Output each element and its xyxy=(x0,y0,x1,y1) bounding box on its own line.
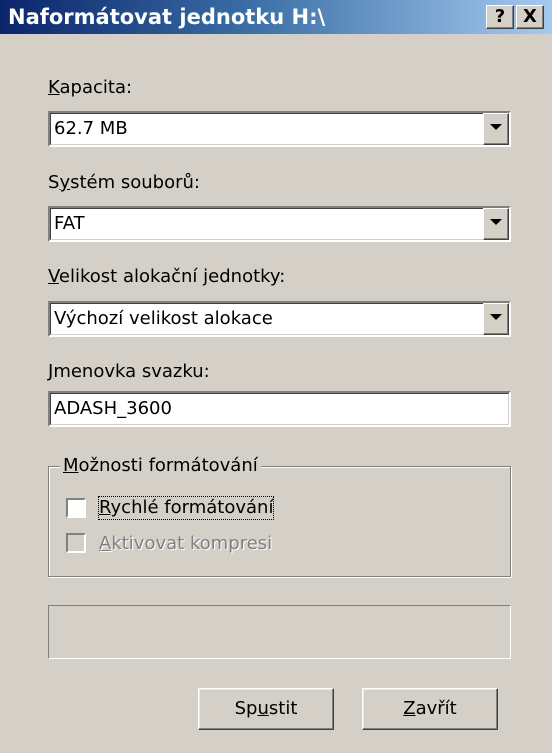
quick-format-checkbox[interactable] xyxy=(66,498,86,518)
window-title: Naformátovat jednotku H:\ xyxy=(8,5,326,29)
close-button[interactable]: Zavřít xyxy=(362,688,498,730)
quick-format-label[interactable]: Rychlé formátování xyxy=(97,496,275,520)
capacity-dropdown-button[interactable] xyxy=(483,113,509,145)
close-window-button[interactable]: X xyxy=(516,5,544,29)
capacity-label: Kapacita: xyxy=(48,77,133,98)
allocation-label: Velikost alokační jednotky: xyxy=(48,266,286,287)
filesystem-label: Systém souborů: xyxy=(48,172,200,193)
allocation-dropdown-button[interactable] xyxy=(483,303,509,335)
format-options-title: Možnosti formátování xyxy=(60,455,261,477)
format-dialog: Naformátovat jednotku H:\ ? X Kapacita: … xyxy=(0,0,552,753)
allocation-value: Výchozí velikost alokace xyxy=(54,308,273,329)
filesystem-select[interactable]: FAT xyxy=(48,206,511,242)
volume-label-value: ADASH_3600 xyxy=(54,398,172,419)
format-options-group xyxy=(48,466,511,577)
allocation-select[interactable]: Výchozí velikost alokace xyxy=(48,301,511,337)
volume-label-label: Jmenovka svazku: xyxy=(48,361,210,382)
volume-label-input[interactable]: ADASH_3600 xyxy=(48,391,511,427)
title-bar[interactable]: Naformátovat jednotku H:\ ? X xyxy=(0,0,552,34)
chevron-down-icon xyxy=(490,219,502,225)
compression-label: Aktivovat kompresi xyxy=(99,533,273,554)
progress-bar xyxy=(48,605,511,659)
start-button[interactable]: Spustit xyxy=(198,688,334,730)
compression-checkbox[interactable] xyxy=(66,533,86,553)
capacity-select[interactable]: 62.7 MB xyxy=(48,111,511,147)
chevron-down-icon xyxy=(490,124,502,130)
chevron-down-icon xyxy=(490,314,502,320)
filesystem-value: FAT xyxy=(54,213,85,234)
filesystem-dropdown-button[interactable] xyxy=(483,208,509,240)
capacity-value: 62.7 MB xyxy=(54,118,128,139)
help-button[interactable]: ? xyxy=(486,5,514,29)
